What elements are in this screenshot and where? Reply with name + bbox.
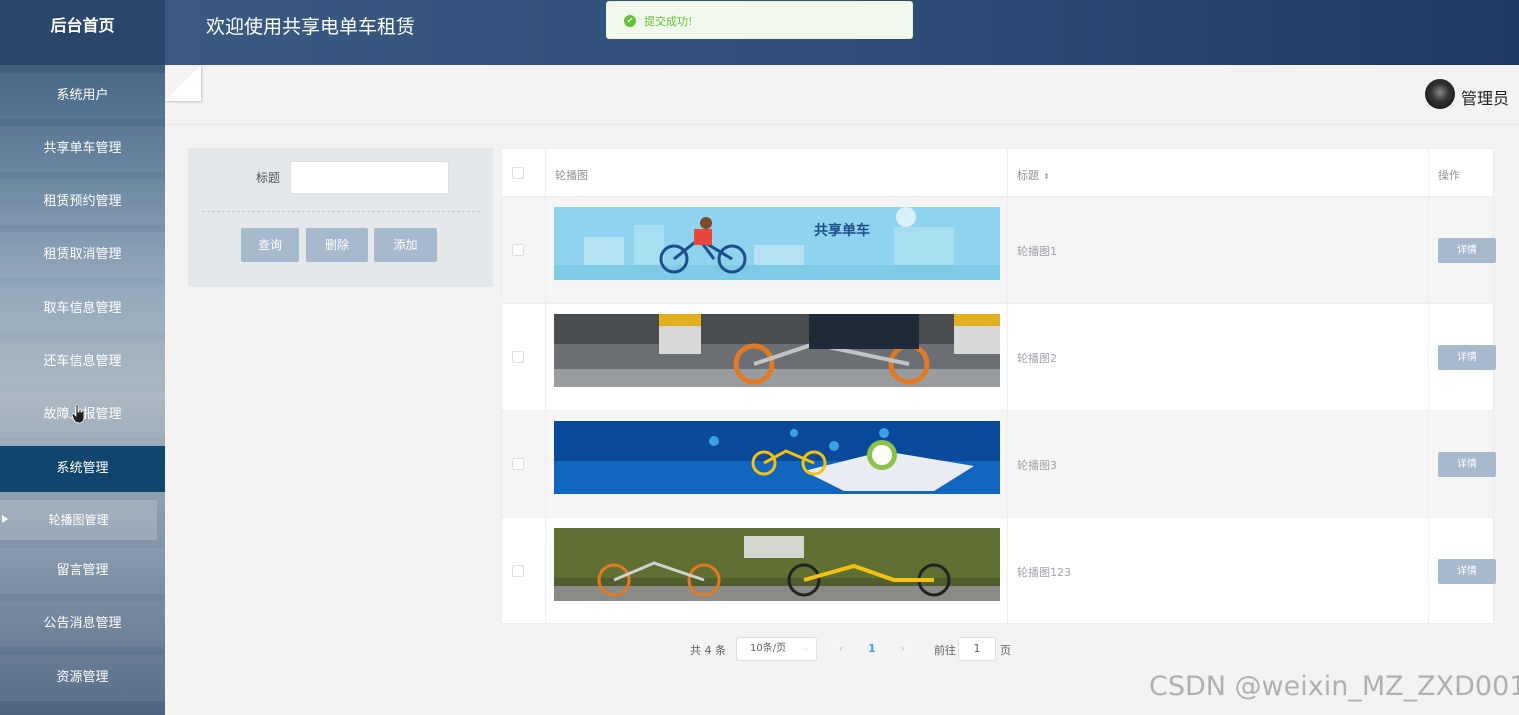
caret-right-icon xyxy=(2,515,8,523)
detail-button[interactable]: 详情 xyxy=(1438,559,1496,584)
row-checkbox-cell xyxy=(502,197,546,303)
row-checkbox-cell xyxy=(502,518,546,625)
row-title-cell: 轮播图2 xyxy=(1008,304,1429,410)
row-checkbox-cell xyxy=(502,411,546,517)
row-checkbox-cell xyxy=(502,304,546,410)
column-header-title-label: 标题 xyxy=(1017,169,1039,182)
avatar[interactable] xyxy=(1425,79,1455,109)
page-fold-decoration xyxy=(165,65,201,101)
next-page-button[interactable]: › xyxy=(890,637,916,661)
sub-header: 管理员 xyxy=(165,65,1519,125)
sidebar-item-bike-management[interactable]: 共享单车管理 xyxy=(0,126,165,172)
delete-button[interactable]: 删除 xyxy=(306,228,368,262)
sidebar-item-resources[interactable]: 资源管理 xyxy=(0,655,165,701)
detail-button[interactable]: 详情 xyxy=(1438,238,1496,263)
sidebar-item-rental-cancel[interactable]: 租赁取消管理 xyxy=(0,232,165,278)
goto-page-input[interactable]: 1 xyxy=(958,637,996,661)
table-row: 轮播图123 详情 xyxy=(502,518,1496,625)
divider xyxy=(202,211,480,212)
carousel-table: 轮播图 标题 ⬍ 操作 共享单车 轮播图1 详情 轮播图2 详情 轮播图3 详情… xyxy=(501,148,1496,625)
header-cell-image: 轮播图 xyxy=(546,149,1008,196)
sidebar-item-pickup-info[interactable]: 取车信息管理 xyxy=(0,286,165,332)
row-action-cell: 详情 xyxy=(1429,197,1496,303)
query-button[interactable]: 查询 xyxy=(241,228,299,262)
carousel-image-1: 共享单车 xyxy=(554,207,1000,280)
table-header-row: 轮播图 标题 ⬍ 操作 xyxy=(502,149,1493,197)
title-filter-label: 标题 xyxy=(256,171,281,185)
prev-page-button[interactable]: ‹ xyxy=(828,637,854,661)
sidebar-item-messages[interactable]: 留言管理 xyxy=(0,548,165,594)
column-header-actions: 操作 xyxy=(1438,169,1460,182)
carousel-image-3 xyxy=(554,421,1000,494)
row-checkbox[interactable] xyxy=(512,565,524,577)
row-checkbox[interactable] xyxy=(512,351,524,363)
header-cell-actions: 操作 xyxy=(1429,149,1493,196)
carousel-image-4 xyxy=(554,528,1000,601)
row-image-cell xyxy=(546,304,1008,410)
row-image-cell xyxy=(546,411,1008,517)
hand-cursor-icon xyxy=(72,404,85,424)
sidebar-brand-home[interactable]: 后台首页 xyxy=(0,0,165,65)
user-name[interactable]: 管理员 xyxy=(1461,85,1509,109)
column-header-image: 轮播图 xyxy=(555,169,588,182)
toast-message: 提交成功! xyxy=(644,15,693,28)
page-number-current[interactable]: 1 xyxy=(858,637,886,661)
sidebar: 后台首页 系统用户 共享单车管理 租赁预约管理 租赁取消管理 取车信息管理 还车… xyxy=(0,0,165,715)
sidebar-item-rental-booking[interactable]: 租赁预约管理 xyxy=(0,179,165,225)
row-title-cell: 轮播图123 xyxy=(1008,518,1429,625)
row-title: 轮播图1 xyxy=(1017,245,1057,258)
goto-label: 前往 xyxy=(934,644,956,657)
sidebar-subitem-label: 轮播图管理 xyxy=(48,513,109,527)
sidebar-item-return-info[interactable]: 还车信息管理 xyxy=(0,339,165,385)
header-checkbox-cell xyxy=(502,149,546,196)
page-size-value: 10条/页 xyxy=(750,643,787,654)
row-image-cell xyxy=(546,518,1008,625)
pagination-total: 共 4 条 xyxy=(690,644,726,657)
title-filter-input[interactable] xyxy=(290,161,449,194)
detail-button[interactable]: 详情 xyxy=(1438,452,1496,477)
header-cell-title[interactable]: 标题 ⬍ xyxy=(1008,149,1429,196)
row-title: 轮播图123 xyxy=(1017,566,1071,579)
chevron-down-icon: ⌵ xyxy=(802,644,809,654)
goto-unit: 页 xyxy=(1000,644,1011,657)
table-row: 共享单车 轮播图1 详情 xyxy=(502,197,1496,304)
row-image-cell: 共享单车 xyxy=(546,197,1008,303)
row-checkbox[interactable] xyxy=(512,244,524,256)
row-action-cell: 详情 xyxy=(1429,304,1496,410)
row-title-cell: 轮播图3 xyxy=(1008,411,1429,517)
column-header-title[interactable]: 标题 ⬍ xyxy=(1017,167,1050,183)
success-check-icon: ✔ xyxy=(624,15,636,27)
success-toast: ✔ 提交成功! xyxy=(606,1,913,39)
row-checkbox[interactable] xyxy=(512,458,524,470)
detail-button[interactable]: 详情 xyxy=(1438,345,1496,370)
search-panel: 标题 查询 删除 添加 xyxy=(188,148,493,287)
sort-icon[interactable]: ⬍ xyxy=(1043,172,1050,181)
header-title: 欢迎使用共享电单车租赁 xyxy=(206,16,416,38)
watermark: CSDN @weixin_MZ_ZXD001 xyxy=(1149,671,1519,702)
sidebar-item-system-management[interactable]: 系统管理 xyxy=(0,446,165,492)
table-row: 轮播图2 详情 xyxy=(502,304,1496,411)
row-action-cell: 详情 xyxy=(1429,518,1496,625)
table-row: 轮播图3 详情 xyxy=(502,411,1496,518)
page-size-select[interactable]: 10条/页 ⌵ xyxy=(736,637,817,661)
sidebar-item-system-users[interactable]: 系统用户 xyxy=(0,73,165,119)
banner-text: 共享单车 xyxy=(814,222,870,239)
add-button[interactable]: 添加 xyxy=(374,228,437,262)
row-title: 轮播图2 xyxy=(1017,352,1057,365)
carousel-image-2 xyxy=(554,314,1000,387)
row-title-cell: 轮播图1 xyxy=(1008,197,1429,303)
row-action-cell: 详情 xyxy=(1429,411,1496,517)
select-all-checkbox[interactable] xyxy=(512,167,524,179)
sidebar-item-announcements[interactable]: 公告消息管理 xyxy=(0,601,165,647)
row-title: 轮播图3 xyxy=(1017,459,1057,472)
sidebar-subitem-carousel[interactable]: 轮播图管理 xyxy=(0,500,157,540)
